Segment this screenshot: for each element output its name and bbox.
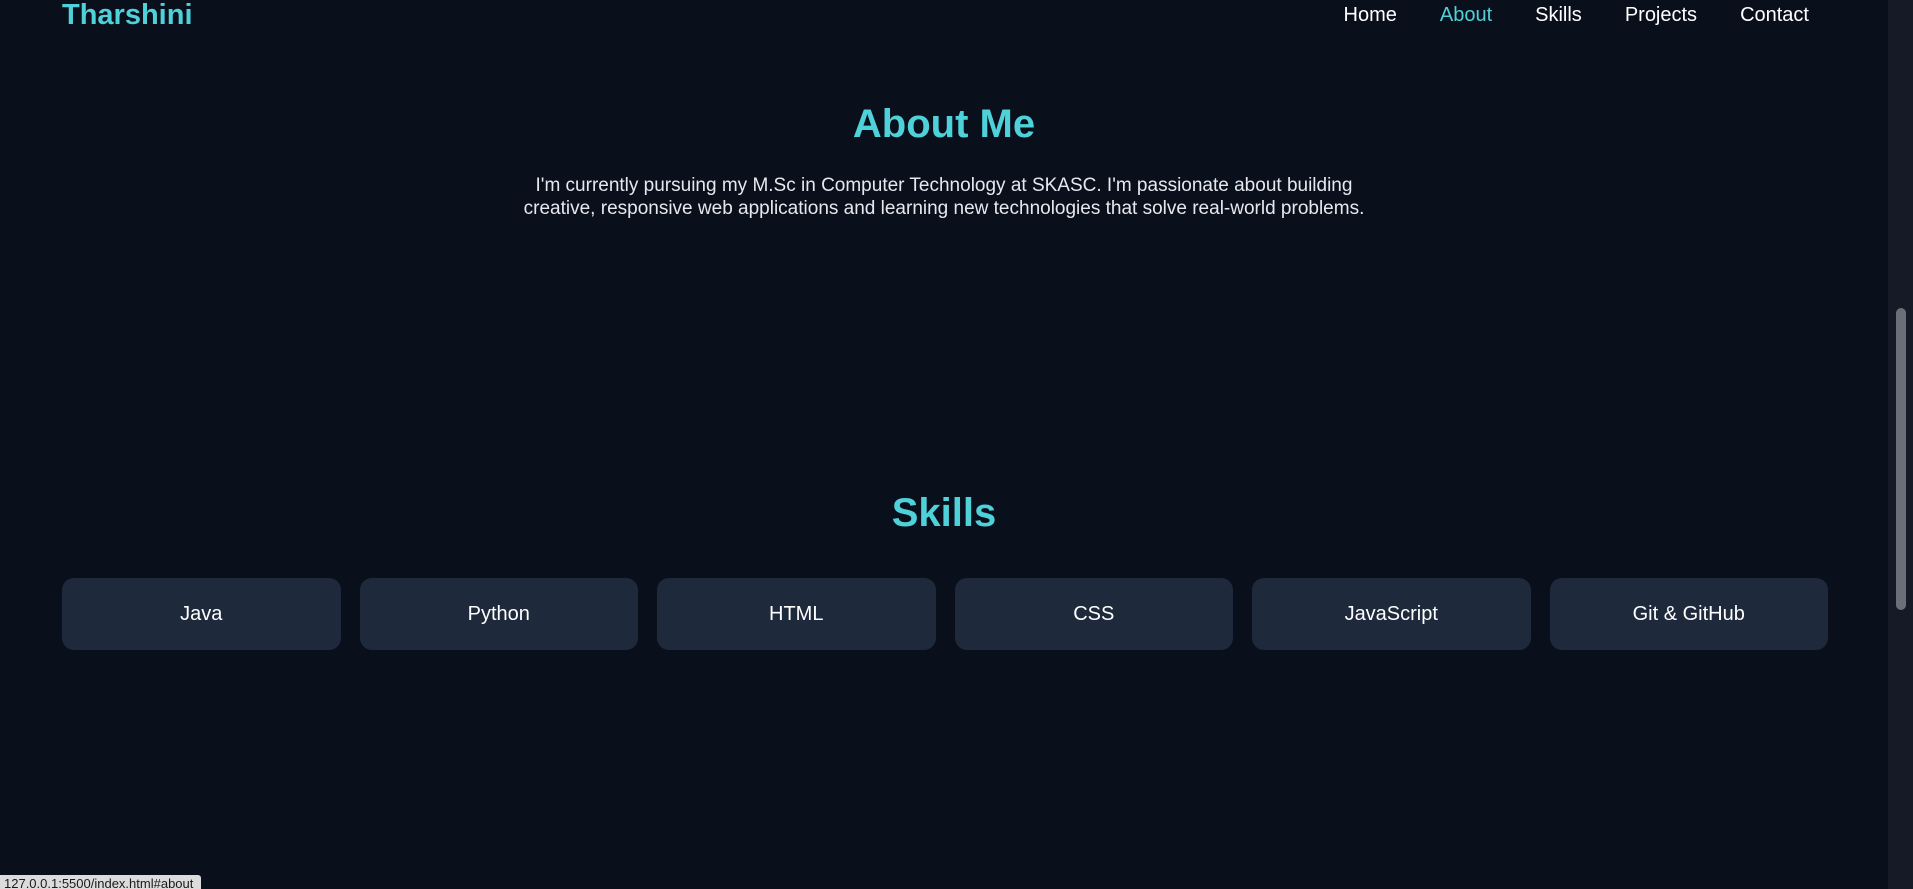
skills-grid: Java Python HTML CSS JavaScript Git & Gi… <box>62 578 1828 650</box>
skill-card-css: CSS <box>954 578 1233 650</box>
nav-link-about[interactable]: About <box>1440 0 1492 30</box>
skills-title: Skills <box>891 491 997 535</box>
skill-card-javascript: JavaScript <box>1252 578 1531 650</box>
navbar: Tharshini Home About Skills Projects Con… <box>0 0 1888 34</box>
nav-link-projects[interactable]: Projects <box>1625 0 1697 30</box>
nav-link-contact[interactable]: Contact <box>1740 0 1809 30</box>
skill-card-git-github: Git & GitHub <box>1549 578 1828 650</box>
skill-card-java: Java <box>62 578 341 650</box>
status-bar-url: 127.0.0.1:5500/index.html#about <box>0 875 202 889</box>
nav-link-skills[interactable]: Skills <box>1535 0 1582 30</box>
brand-logo-link[interactable]: Tharshini <box>62 0 193 32</box>
nav-links: Home About Skills Projects Contact <box>1344 0 1809 30</box>
about-text: I'm currently pursuing my M.Sc in Comput… <box>523 175 1365 219</box>
page: Tharshini Home About Skills Projects Con… <box>0 0 1913 889</box>
scrollbar-track[interactable] <box>1888 0 1913 889</box>
about-title: About Me <box>852 102 1036 146</box>
nav-link-home[interactable]: Home <box>1344 0 1397 30</box>
scrollbar-thumb[interactable] <box>1896 308 1906 610</box>
skill-card-python: Python <box>359 578 638 650</box>
skill-card-html: HTML <box>657 578 936 650</box>
